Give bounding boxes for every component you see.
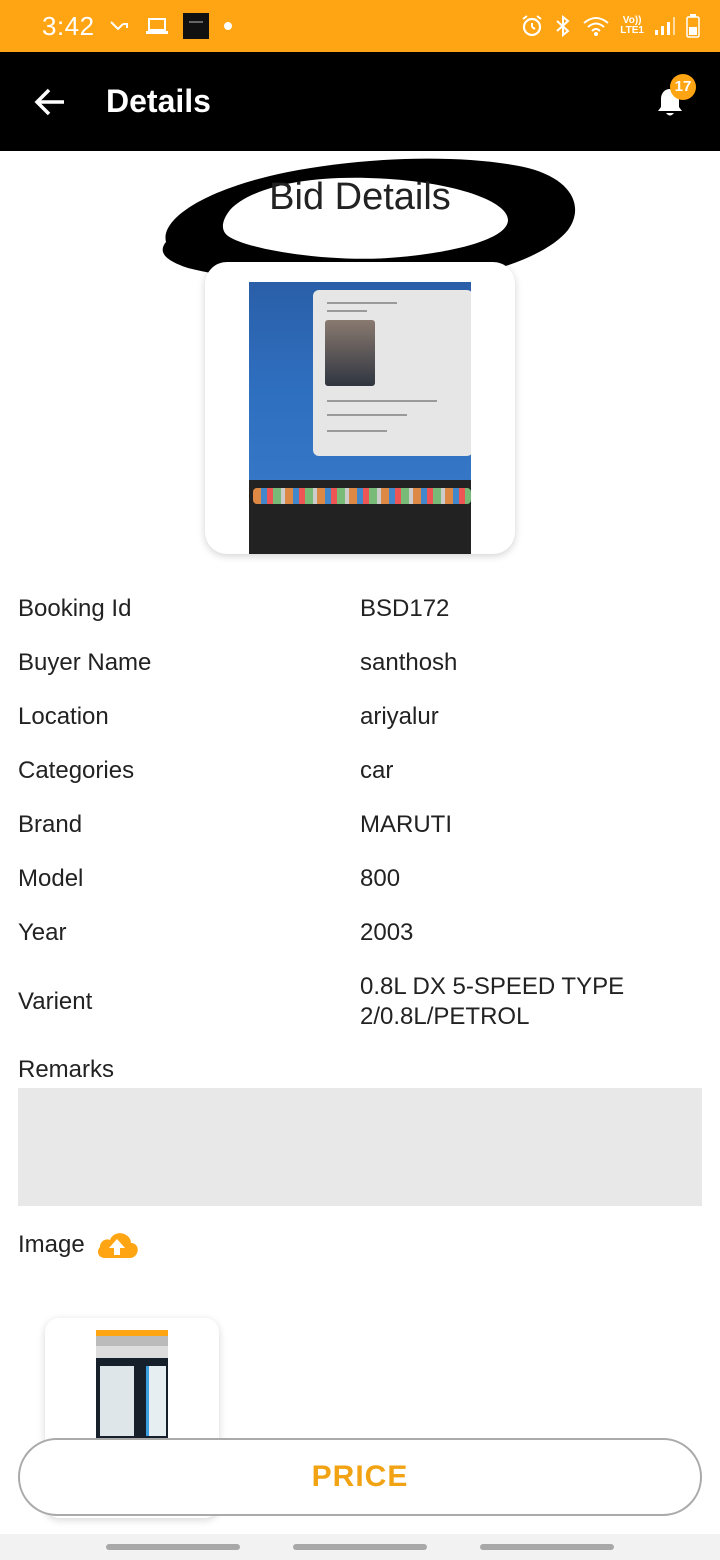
arrow-left-icon [34, 88, 64, 115]
detail-label: Location [18, 703, 109, 730]
detail-value: 2003 [360, 919, 414, 946]
battery-icon [686, 14, 700, 38]
main-photo-card[interactable] [205, 262, 515, 554]
price-button[interactable]: PRICE [18, 1438, 702, 1516]
detail-row-varient: Varient 0.8L DX 5-SPEED TYPE 2/0.8L/PETR… [18, 972, 708, 1032]
image-section: Image [18, 1230, 139, 1260]
detail-label: Buyer Name [18, 649, 152, 676]
notifications-button[interactable]: 17 [650, 73, 696, 122]
detail-row-booking-id: Booking Id BSD172 [18, 594, 708, 624]
section-title: Bid Details [269, 176, 451, 218]
missed-call-icon [109, 18, 131, 34]
system-nav-bar [0, 1534, 720, 1560]
detail-value: 0.8L DX 5-SPEED TYPE 2/0.8L/PETROL [360, 973, 625, 1030]
app-bar: Details 17 [0, 52, 720, 151]
notification-dot-icon [223, 21, 233, 31]
wifi-icon [582, 15, 610, 37]
alarm-icon [520, 14, 544, 38]
thumbnail-image [96, 1330, 168, 1440]
detail-value: 800 [360, 865, 401, 892]
detail-row-location: Location ariyalur [18, 702, 708, 732]
status-left: 3:42 [42, 11, 233, 42]
cloud-upload-icon [97, 1233, 138, 1258]
detail-value: MARUTI [360, 811, 452, 838]
upload-image-button[interactable] [95, 1230, 139, 1260]
network-type: Vo)) LTE1 [620, 15, 644, 36]
detail-label: Varient [18, 988, 93, 1015]
detail-value: BSD172 [360, 595, 450, 622]
bluetooth-icon [554, 14, 572, 38]
photo-window [313, 290, 471, 456]
detail-value: car [360, 757, 394, 784]
laptop-icon [145, 17, 169, 35]
detail-label: Categories [18, 757, 135, 784]
status-time: 3:42 [42, 10, 95, 41]
detail-row-buyer-name: Buyer Name santhosh [18, 648, 708, 678]
detail-row-model: Model 800 [18, 864, 708, 894]
detail-label: Booking Id [18, 595, 132, 622]
detail-label: Model [18, 865, 84, 892]
app-thumbnail-icon [182, 13, 209, 39]
status-bar: 3:42 Vo)) LTE1 [0, 0, 720, 52]
page-title: Details [106, 83, 211, 119]
nav-back-handle[interactable] [480, 1544, 614, 1550]
detail-value: santhosh [360, 649, 458, 676]
notification-badge: 17 [670, 73, 696, 100]
remarks-label: Remarks [18, 1056, 115, 1083]
back-button[interactable] [30, 82, 70, 122]
signal-icon [654, 16, 676, 36]
detail-label: Year [18, 919, 67, 946]
detail-value: ariyalur [360, 703, 439, 730]
remarks-input[interactable] [18, 1088, 702, 1206]
detail-row-year: Year 2003 [18, 918, 708, 948]
nav-home-handle[interactable] [293, 1544, 427, 1550]
status-right: Vo)) LTE1 [520, 14, 700, 38]
main-photo [249, 282, 471, 554]
detail-label: Brand [18, 811, 83, 838]
detail-row-categories: Categories car [18, 756, 708, 786]
detail-row-brand: Brand MARUTI [18, 810, 708, 840]
nav-recents-handle[interactable] [106, 1544, 240, 1550]
image-label: Image [18, 1231, 85, 1258]
